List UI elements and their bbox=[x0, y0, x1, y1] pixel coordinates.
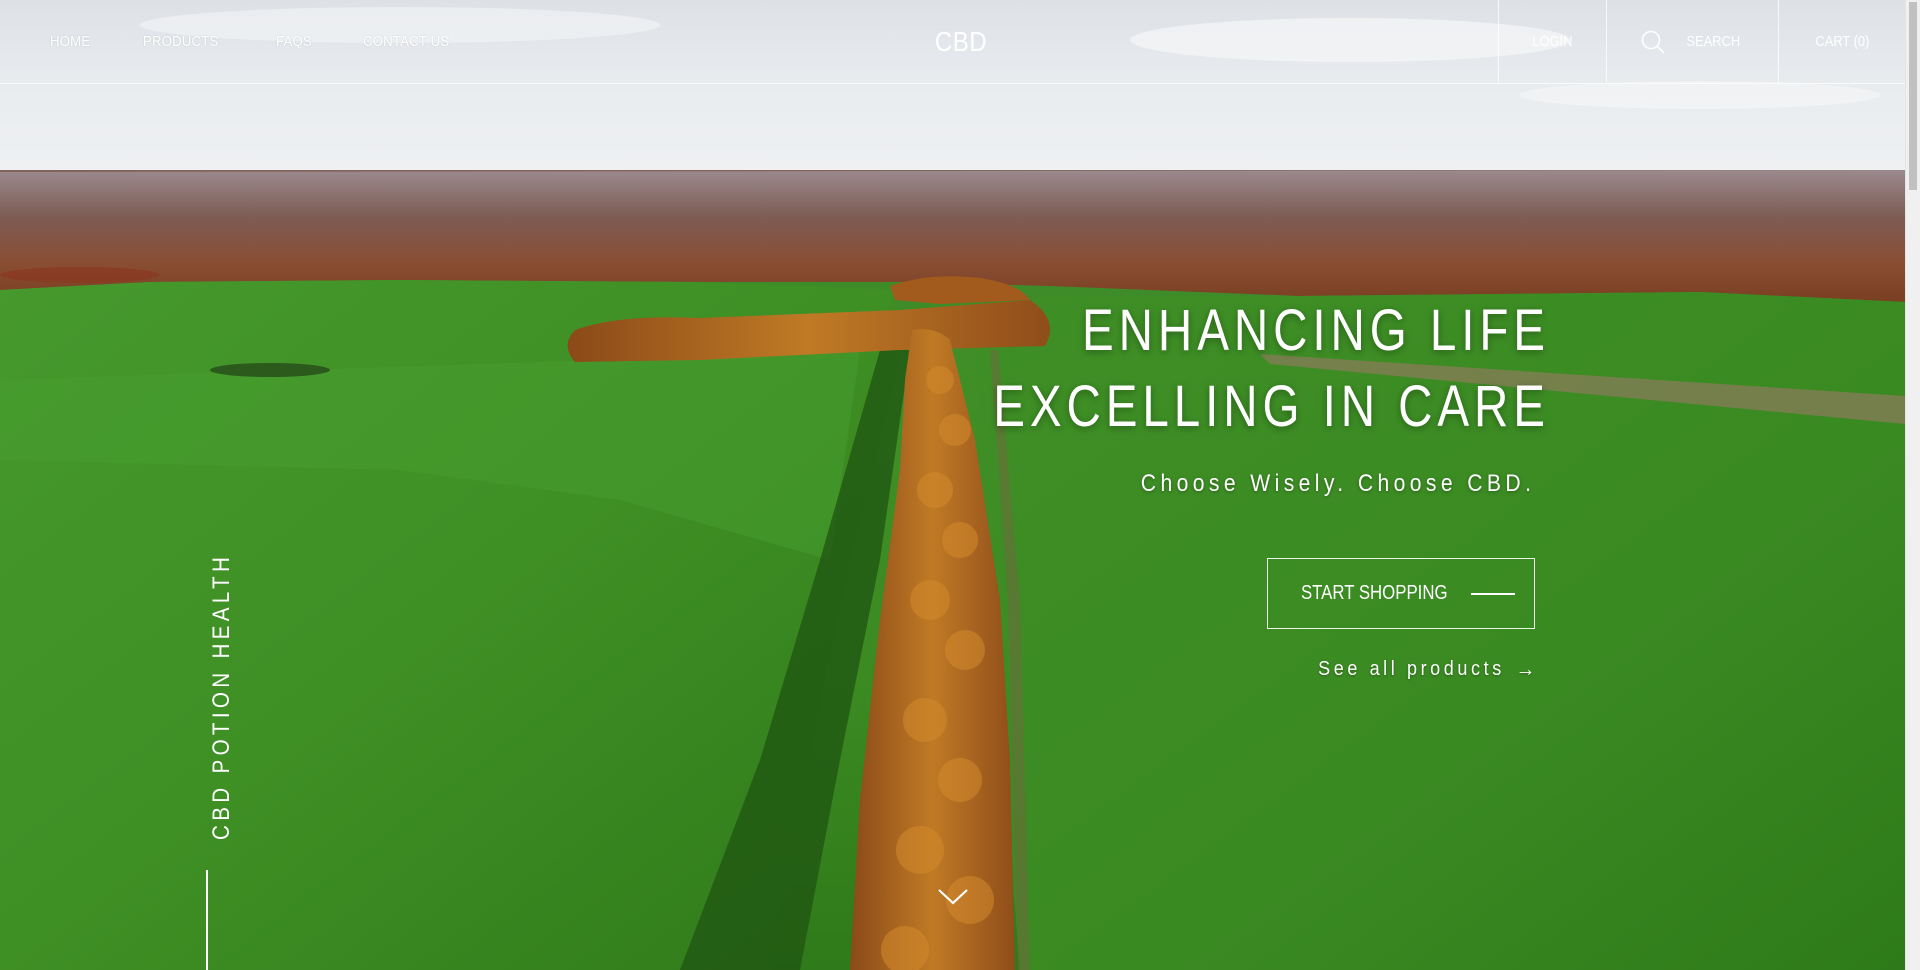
hero-tagline: Choose Wisely. Choose CBD. bbox=[1140, 470, 1535, 497]
page-scrollbar[interactable] bbox=[1905, 0, 1920, 970]
cta-line-icon bbox=[1471, 592, 1516, 595]
hero-background bbox=[0, 0, 1905, 970]
brand-logo[interactable]: CBD bbox=[935, 0, 987, 83]
nav-products-link[interactable]: PRODUCTS bbox=[143, 33, 218, 50]
see-all-label: See all products bbox=[1317, 657, 1505, 680]
nav-home-link[interactable]: HOME bbox=[50, 33, 90, 50]
chevron-down-icon[interactable] bbox=[936, 886, 970, 908]
headline-line-1: ENHANCING LIFE bbox=[1082, 298, 1550, 363]
nav-faqs-link[interactable]: FAQS bbox=[276, 33, 312, 50]
start-shopping-label: START SHOPPING bbox=[1300, 582, 1448, 604]
cart-button[interactable]: CART (0) bbox=[1778, 0, 1905, 83]
login-label: LOGIN bbox=[1532, 33, 1573, 50]
start-shopping-button[interactable]: START SHOPPING bbox=[1267, 558, 1535, 629]
side-brand-label: CBD POTION HEALTH bbox=[208, 552, 235, 840]
header-actions: LOGIN SEARCH CART (0) bbox=[1498, 0, 1905, 83]
login-button[interactable]: LOGIN bbox=[1498, 0, 1606, 83]
hero-headline: ENHANCING LIFE EXCELLING IN CARE bbox=[993, 293, 1550, 445]
search-button[interactable]: SEARCH bbox=[1606, 0, 1778, 83]
search-label: SEARCH bbox=[1686, 33, 1741, 50]
landscape-image bbox=[0, 0, 1905, 970]
site-header: HOME PRODUCTS FAQS CONTACT US CBD LOGIN … bbox=[0, 0, 1905, 84]
main-nav: HOME PRODUCTS FAQS CONTACT US bbox=[50, 0, 509, 83]
cart-label: CART (0) bbox=[1814, 33, 1869, 50]
page: HOME PRODUCTS FAQS CONTACT US CBD LOGIN … bbox=[0, 0, 1920, 970]
search-icon bbox=[1641, 30, 1665, 54]
nav-contact-link[interactable]: CONTACT US bbox=[363, 33, 449, 50]
arrow-right-icon: → bbox=[1515, 656, 1535, 681]
scrollbar-thumb[interactable] bbox=[1909, 2, 1917, 190]
side-divider-line bbox=[206, 870, 208, 970]
see-all-products-link[interactable]: See all products → bbox=[1318, 656, 1535, 682]
headline-line-2: EXCELLING IN CARE bbox=[993, 374, 1550, 439]
